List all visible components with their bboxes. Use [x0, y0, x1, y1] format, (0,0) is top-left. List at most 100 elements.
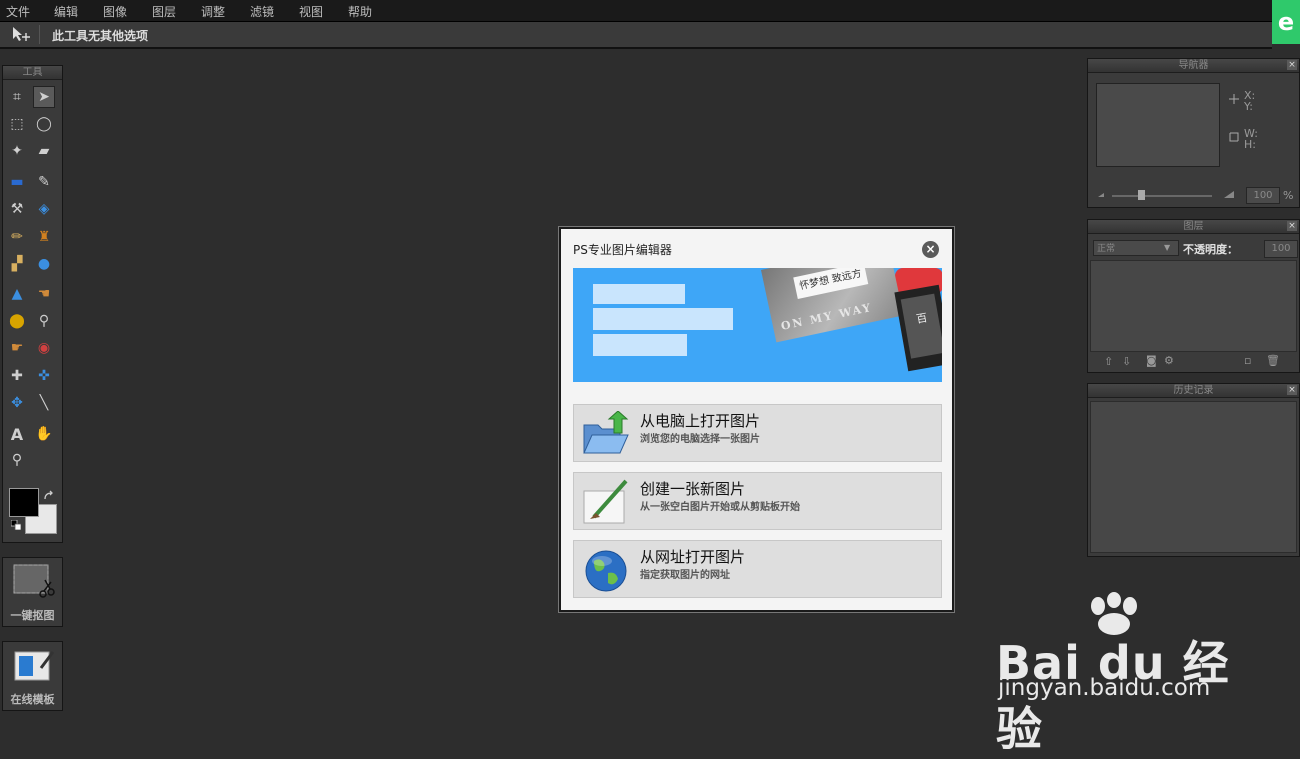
option-subtitle: 指定获取图片的网址	[640, 570, 730, 581]
promo-banner[interactable]: 怀梦想 致远方 ON MY WAY 百	[573, 268, 942, 382]
open-from-url-option[interactable]: 从网址打开图片 指定获取图片的网址	[573, 540, 942, 598]
size-icon	[1229, 132, 1239, 142]
paintbrush-canvas-icon	[583, 479, 628, 524]
dialog-close-button[interactable]: ×	[922, 241, 939, 258]
crosshair-icon	[1229, 94, 1239, 104]
start-dialog: PS专业图片编辑器 × 怀梦想 致远方 ON MY WAY 百 从电脑上打开图片…	[559, 227, 954, 612]
one-click-cutout-button[interactable]: 一键抠图	[2, 557, 63, 627]
default-colors-icon[interactable]	[11, 520, 21, 530]
move-tool-icon	[13, 27, 30, 41]
sponge-icon[interactable]: ⬤	[6, 310, 28, 332]
tools-panel-title: 工具	[3, 66, 62, 80]
close-icon[interactable]: ×	[1287, 385, 1297, 395]
history-title: 历史记录 ×	[1088, 384, 1299, 398]
trash-icon[interactable]: 🗑	[1266, 354, 1280, 367]
menu-adjust[interactable]: 调整	[201, 3, 225, 20]
paint-bucket-icon[interactable]: ◈	[33, 198, 55, 220]
open-from-computer-option[interactable]: 从电脑上打开图片 浏览您的电脑选择一张图片	[573, 404, 942, 462]
layer-style-icon[interactable]: ⚙	[1164, 354, 1174, 367]
banner-card-image: 怀梦想 致远方 ON MY WAY	[761, 268, 904, 343]
online-templates-button[interactable]: 在线模板	[2, 641, 63, 711]
menu-bar: 文件 编辑 图像 图层 调整 滤镜 视图 帮助	[0, 0, 1300, 22]
blurred-text	[593, 334, 687, 356]
close-icon[interactable]: ×	[1287, 60, 1297, 70]
pinch-icon[interactable]: ✥	[6, 392, 28, 414]
new-layer-icon[interactable]: ▫	[1244, 354, 1251, 367]
history-list[interactable]	[1090, 401, 1297, 553]
menu-view[interactable]: 视图	[299, 3, 323, 20]
option-subtitle: 浏览您的电脑选择一张图片	[640, 434, 760, 445]
zoom-slider[interactable]	[1096, 189, 1236, 201]
lasso-icon[interactable]: ◯	[33, 113, 55, 135]
menu-image[interactable]: 图像	[103, 3, 127, 20]
sharpen-icon[interactable]: ▲	[6, 283, 28, 305]
folder-open-icon	[583, 411, 629, 454]
shape-icon[interactable]: ▞	[6, 253, 28, 275]
menu-help[interactable]: 帮助	[348, 3, 372, 20]
nav-h-label: H:	[1244, 138, 1256, 151]
clone-stamp-icon[interactable]: ♜	[33, 226, 55, 248]
blur-icon[interactable]: ●	[33, 253, 55, 275]
tools-panel: 工具 ⌗ ➤ ⬚ ◯ ✦ ▰ ▬ ✎ ⚒ ◈ ✏ ♜ ▞ ● ▲ ☚ ⬤ ⚲ ☛ ◉ ✚ ✜ ✥ ╲ A ✋ ⚲	[2, 65, 63, 543]
gradient-icon[interactable]: ▬	[6, 171, 28, 193]
templates-label: 在线模板	[10, 693, 55, 706]
watermark-url: jingyan.baidu.com	[998, 675, 1211, 701]
magic-wand-icon[interactable]: ✦	[6, 140, 28, 162]
layers-panel: 图层 × 正常 ▼ 不透明度： 100 ⇧ ⇩ ◙ ⚙ ▫ 🗑	[1087, 219, 1300, 373]
create-new-image-option[interactable]: 创建一张新图片 从一张空白图片开始或从剪贴板开始	[573, 472, 942, 530]
dialog-title: PS专业图片编辑器	[573, 243, 672, 257]
template-icon	[14, 651, 55, 681]
menu-edit[interactable]: 编辑	[54, 3, 78, 20]
replace-color-icon[interactable]: ⚒	[6, 198, 28, 220]
navigator-thumbnail[interactable]	[1096, 83, 1220, 167]
type-icon[interactable]: A	[6, 423, 28, 445]
close-icon[interactable]: ×	[1287, 221, 1297, 231]
navigator-title: 导航器 ×	[1088, 59, 1299, 73]
foreground-color-swatch[interactable]	[9, 488, 39, 517]
option-subtitle: 从一张空白图片开始或从剪贴板开始	[640, 502, 800, 513]
layer-mask-icon[interactable]: ◙	[1146, 354, 1157, 367]
red-eye-icon[interactable]: ◉	[33, 337, 55, 359]
layers-title: 图层 ×	[1088, 220, 1299, 234]
menu-layer[interactable]: 图层	[152, 3, 176, 20]
banner-phone-image: 百	[894, 284, 942, 372]
zoom-input[interactable]: 100	[1246, 187, 1280, 204]
card-text: 怀梦想 致远方	[793, 268, 869, 299]
bloat-icon[interactable]: ✜	[33, 365, 55, 387]
blurred-text	[593, 308, 733, 330]
spot-heal-icon[interactable]: ✚	[6, 365, 28, 387]
cutout-icon	[13, 564, 55, 598]
app-badge[interactable]: e	[1272, 0, 1300, 44]
option-title: 从网址打开图片	[640, 548, 746, 566]
blurred-text	[593, 284, 685, 304]
options-message: 此工具无其他选项	[52, 29, 149, 43]
opacity-label: 不透明度：	[1183, 243, 1238, 256]
burn-icon[interactable]: ☛	[6, 337, 28, 359]
card-lower-text: ON MY WAY	[779, 300, 874, 333]
brush-icon[interactable]: ✎	[33, 171, 55, 193]
pencil-eraser-icon[interactable]: ▰	[33, 140, 55, 162]
option-title: 创建一张新图片	[640, 480, 746, 498]
layers-list[interactable]	[1090, 260, 1297, 352]
options-bar: 此工具无其他选项	[0, 22, 1272, 49]
marquee-icon[interactable]: ⬚	[6, 113, 28, 135]
color-picker-icon[interactable]: ╲	[33, 392, 55, 414]
opacity-input[interactable]: 100	[1264, 240, 1298, 258]
navigator-panel: 导航器 × X: Y: W: H: 100 %	[1087, 58, 1300, 208]
layer-up-icon[interactable]: ⇧	[1104, 355, 1113, 368]
dodge-icon[interactable]: ⚲	[33, 310, 55, 332]
nav-y-label: Y:	[1244, 100, 1253, 113]
move-icon[interactable]: ➤	[33, 86, 55, 108]
hand-icon[interactable]: ✋	[33, 423, 55, 445]
zoom-percent: %	[1283, 189, 1294, 202]
pencil-icon[interactable]: ✏	[6, 226, 28, 248]
menu-file[interactable]: 文件	[6, 3, 30, 20]
menu-filter[interactable]: 滤镜	[250, 3, 274, 20]
chevron-down-icon[interactable]: ▼	[1164, 243, 1170, 252]
layer-down-icon[interactable]: ⇩	[1122, 355, 1131, 368]
crop-icon[interactable]: ⌗	[6, 86, 28, 108]
phone-text: 百	[915, 311, 929, 327]
swap-colors-icon[interactable]	[43, 490, 55, 502]
zoom-icon[interactable]: ⚲	[6, 449, 28, 471]
smudge-icon[interactable]: ☚	[33, 283, 55, 305]
